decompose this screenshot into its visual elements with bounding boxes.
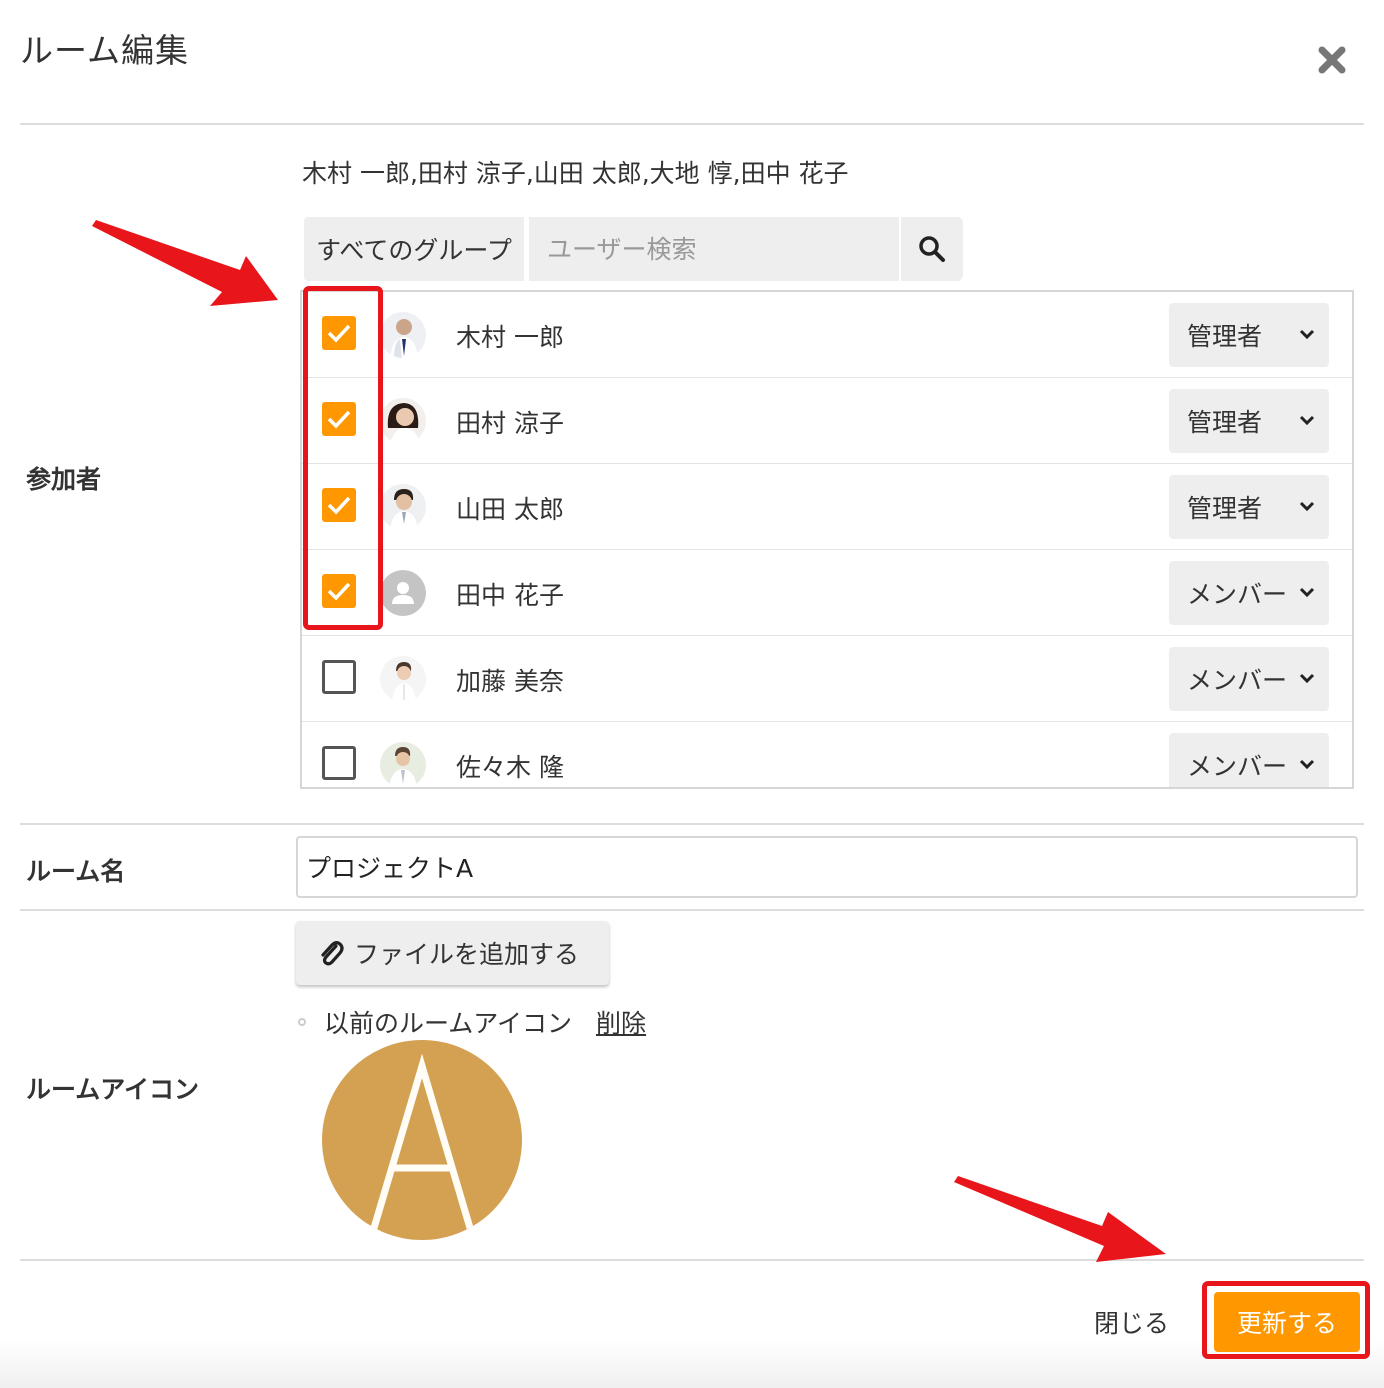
- room-icon-label: ルームアイコン: [26, 1075, 200, 1104]
- room-icon-image: A: [322, 1040, 522, 1240]
- divider: [20, 123, 1364, 125]
- user-filter-bar: すべてのグループ: [304, 217, 963, 281]
- close-icon[interactable]: [1310, 38, 1354, 82]
- user-list[interactable]: 木村 一郎 管理者 田村 涼子 管理者 山田 太郎 管理者 田中 花子 メンバー…: [300, 290, 1354, 789]
- annotation-arrow-left: [92, 220, 278, 306]
- annotation-highlight-checkboxes: [303, 286, 383, 630]
- selected-participants-summary: 木村 一郎,田村 涼子,山田 太郎,大地 惇,田中 花子: [302, 159, 849, 188]
- user-row: 佐々木 隆 メンバー: [302, 722, 1352, 787]
- role-select[interactable]: メンバー: [1169, 733, 1329, 787]
- annotation-highlight-update: [1202, 1281, 1370, 1359]
- footer: [0, 1340, 1384, 1388]
- room-name-label: ルーム名: [26, 857, 126, 886]
- user-row: 田中 花子 メンバー: [302, 550, 1352, 636]
- participants-label: 参加者: [26, 465, 102, 494]
- search-icon[interactable]: [901, 217, 963, 281]
- user-name: 佐々木 隆: [456, 753, 564, 782]
- user-name: 木村 一郎: [456, 323, 564, 352]
- user-name: 山田 太郎: [456, 495, 564, 524]
- user-row: 加藤 美奈 メンバー: [302, 636, 1352, 722]
- chevron-down-icon: [1299, 759, 1315, 770]
- user-row: 田村 涼子 管理者: [302, 378, 1352, 464]
- user-name: 加藤 美奈: [456, 667, 564, 696]
- dialog-title: ルーム編集: [20, 31, 190, 70]
- chevron-down-icon: [1299, 673, 1315, 684]
- divider: [20, 823, 1364, 825]
- user-avatar: [380, 398, 426, 444]
- divider: [20, 1259, 1364, 1261]
- chevron-down-icon: [1299, 329, 1315, 340]
- user-name: 田村 涼子: [456, 409, 564, 438]
- user-checkbox[interactable]: [322, 746, 356, 780]
- user-search-input[interactable]: [529, 217, 899, 281]
- user-row: 木村 一郎 管理者: [302, 292, 1352, 378]
- annotation-arrow-right: [954, 1176, 1166, 1262]
- role-value: メンバー: [1187, 580, 1288, 609]
- user-avatar: [380, 742, 426, 787]
- group-filter-select[interactable]: すべてのグループ: [304, 217, 524, 281]
- bullet-icon: [298, 1018, 306, 1026]
- previous-icon-label: 以前のルームアイコン: [324, 1009, 573, 1038]
- user-checkbox[interactable]: [322, 660, 356, 694]
- add-file-button[interactable]: ファイルを追加する: [296, 921, 609, 985]
- room-name-input[interactable]: プロジェクトA: [296, 836, 1358, 898]
- delete-icon-link[interactable]: 削除: [596, 1004, 646, 1040]
- role-select[interactable]: 管理者: [1169, 475, 1329, 539]
- default-avatar-icon: [380, 570, 426, 616]
- role-select[interactable]: 管理者: [1169, 389, 1329, 453]
- chevron-down-icon: [1299, 415, 1315, 426]
- role-select[interactable]: 管理者: [1169, 303, 1329, 367]
- role-value: 管理者: [1187, 494, 1263, 523]
- close-button[interactable]: 閉じる: [1094, 1304, 1169, 1340]
- role-value: 管理者: [1187, 408, 1263, 437]
- user-avatar: [380, 312, 426, 358]
- role-select[interactable]: メンバー: [1169, 647, 1329, 711]
- user-avatar: [380, 484, 426, 530]
- add-file-label: ファイルを追加する: [354, 940, 580, 969]
- role-select[interactable]: メンバー: [1169, 561, 1329, 625]
- role-value: メンバー: [1187, 666, 1288, 695]
- user-row: 山田 太郎 管理者: [302, 464, 1352, 550]
- role-value: 管理者: [1187, 322, 1263, 351]
- user-name: 田中 花子: [456, 581, 564, 610]
- role-value: メンバー: [1187, 752, 1288, 781]
- previous-icon-row: 以前のルームアイコン 削除: [296, 1004, 646, 1040]
- chevron-down-icon: [1299, 587, 1315, 598]
- paperclip-icon: [318, 938, 344, 968]
- chevron-down-icon: [1299, 501, 1315, 512]
- divider: [20, 909, 1364, 911]
- user-avatar: [380, 656, 426, 702]
